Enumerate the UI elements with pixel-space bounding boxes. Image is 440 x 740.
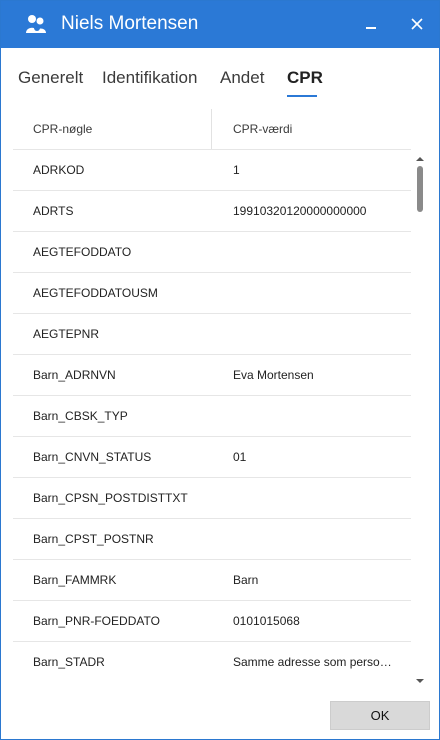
table-row[interactable]: ADRTS 19910320120000000000	[13, 191, 411, 232]
table-row[interactable]: Barn_ADRNVN Eva Mortensen	[13, 355, 411, 396]
title-bar[interactable]: Niels Mortensen	[1, 1, 439, 48]
row-key: Barn_ADRNVN	[33, 368, 116, 382]
table-row[interactable]: ADRKOD 1	[13, 150, 411, 191]
dialog-window: Niels Mortensen Generelt Identifikation …	[0, 0, 440, 740]
row-key: Barn_CNVN_STATUS	[33, 450, 152, 464]
row-value: 19910320120000000000	[233, 204, 367, 218]
scrollbar-thumb[interactable]	[417, 166, 423, 212]
table-row[interactable]: AEGTEFODDATO	[13, 232, 411, 273]
column-separator[interactable]	[211, 109, 212, 149]
row-key: AEGTEPNR	[33, 327, 100, 341]
table-row[interactable]: Barn_CPST_POSTNR	[13, 519, 411, 560]
row-value: 01	[233, 450, 247, 464]
chevron-up-icon[interactable]	[415, 154, 425, 164]
tab-generelt[interactable]: Generelt	[18, 68, 83, 88]
close-icon	[411, 18, 423, 30]
people-icon	[25, 13, 47, 35]
tab-identifikation[interactable]: Identifikation	[102, 68, 197, 88]
row-key: Barn_PNR-FOEDDATO	[33, 614, 160, 628]
ok-button[interactable]: OK	[330, 701, 430, 730]
tab-cpr[interactable]: CPR	[287, 68, 323, 88]
tab-bar: Generelt Identifikation Andet CPR	[1, 48, 439, 100]
row-value: 0101015068	[233, 614, 300, 628]
row-key: ADRKOD	[33, 163, 85, 177]
row-value: Barn	[233, 573, 259, 587]
row-value: Samme adresse som person...	[233, 655, 393, 669]
column-header-value[interactable]: CPR-værdi	[233, 109, 292, 149]
table-row[interactable]: Barn_FAMMRK Barn	[13, 560, 411, 601]
grid-header: CPR-nøgle CPR-værdi	[13, 109, 411, 149]
table-row[interactable]: AEGTEPNR	[13, 314, 411, 355]
row-key: Barn_STADR	[33, 655, 105, 669]
row-key: Barn_CPSN_POSTDISTTXT	[33, 491, 188, 505]
table-row[interactable]: Barn_PNR-FOEDDATO 0101015068	[13, 601, 411, 642]
row-value: 1	[233, 163, 240, 177]
table-row[interactable]: Barn_CNVN_STATUS 01	[13, 437, 411, 478]
table-row[interactable]: Barn_CBSK_TYP	[13, 396, 411, 437]
vertical-scrollbar[interactable]	[411, 150, 429, 690]
row-key: AEGTEFODDATOUSM	[33, 286, 158, 300]
tab-andet[interactable]: Andet	[220, 68, 264, 88]
row-key: Barn_FAMMRK	[33, 573, 117, 587]
table-row[interactable]: Barn_CPSN_POSTDISTTXT	[13, 478, 411, 519]
row-key: AEGTEFODDATO	[33, 245, 132, 259]
row-value: Eva Mortensen	[233, 368, 314, 382]
table-row[interactable]: Barn_STADR Samme adresse som person...	[13, 642, 411, 682]
chevron-down-icon[interactable]	[415, 676, 425, 686]
active-tab-indicator	[287, 95, 317, 97]
column-header-key[interactable]: CPR-nøgle	[33, 109, 92, 149]
row-key: ADRTS	[33, 204, 74, 218]
row-key: Barn_CPST_POSTNR	[33, 532, 154, 546]
close-button[interactable]	[403, 10, 431, 38]
row-key: Barn_CBSK_TYP	[33, 409, 128, 423]
table-row[interactable]: AEGTEFODDATOUSM	[13, 273, 411, 314]
window-title: Niels Mortensen	[61, 13, 199, 34]
minimize-button[interactable]	[357, 10, 385, 38]
minimize-icon	[366, 27, 376, 29]
grid-body: ADRKOD 1 ADRTS 19910320120000000000 AEGT…	[13, 150, 411, 682]
